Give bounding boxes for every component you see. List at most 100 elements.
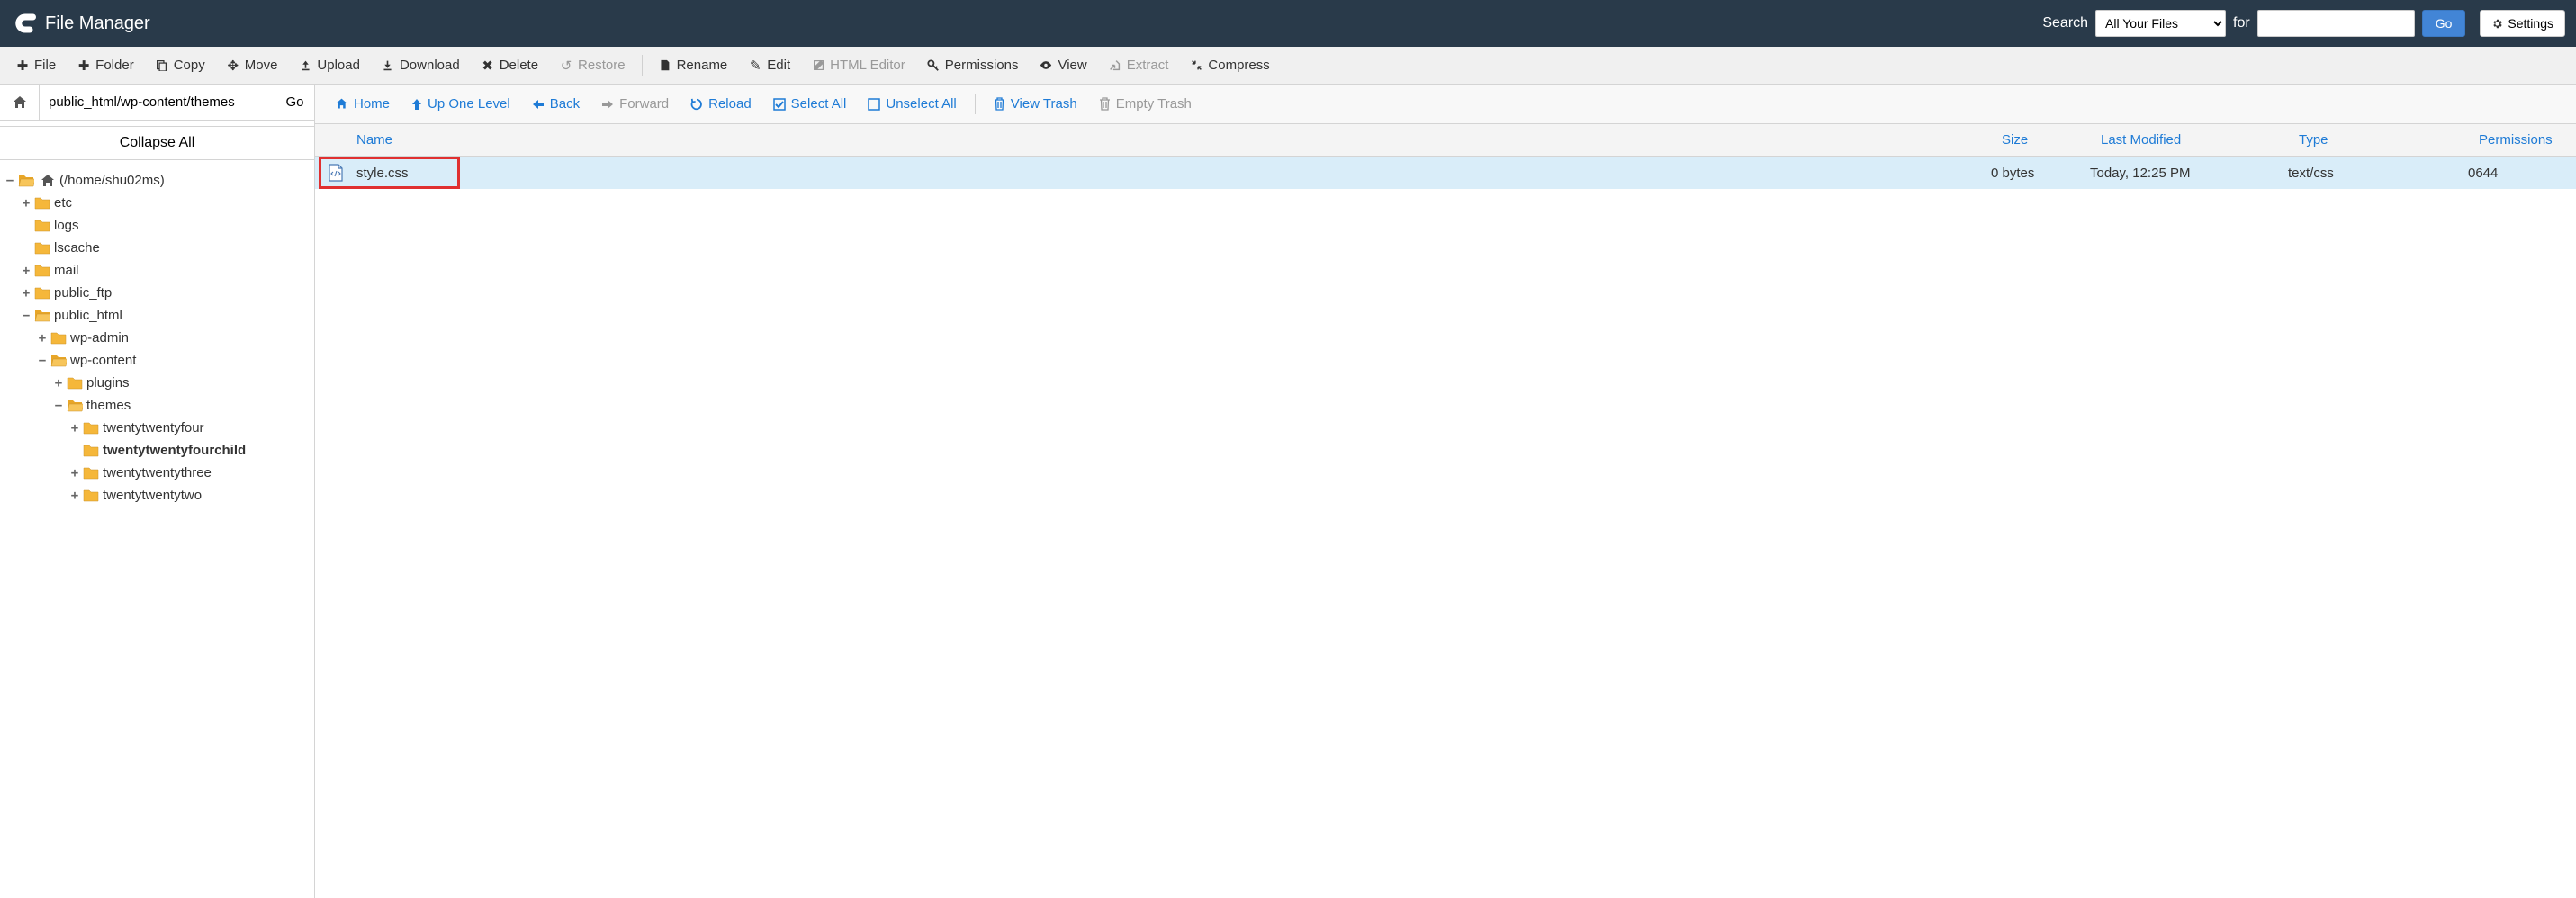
tree-item-public-html[interactable]: −public_html [4,304,311,327]
tree-item-tt4child[interactable]: +twentytwentyfourchild [4,439,311,462]
folder-icon [67,375,83,391]
pencil-icon: ✎ [749,59,761,72]
search-input[interactable] [2257,10,2415,37]
compress-icon [1190,59,1202,72]
search-go-button[interactable]: Go [2422,10,2466,37]
column-modified[interactable]: Last Modified [2090,132,2288,148]
folder-icon [83,420,99,436]
home-icon [40,173,56,189]
download-button[interactable]: Download [373,52,469,78]
nav-empty-trash-button[interactable]: Empty Trash [1090,91,1201,117]
extract-button[interactable]: Extract [1100,52,1178,78]
restore-button[interactable]: ↺Restore [551,52,635,78]
nav-select-all-button[interactable]: Select All [764,91,856,117]
folder-icon [34,240,50,256]
new-file-button[interactable]: ✚File [7,52,65,78]
rename-button[interactable]: Rename [650,52,737,78]
table-body: style.css 0 bytes Today, 12:25 PM text/c… [315,157,2576,898]
folder-icon [83,488,99,504]
collapse-icon[interactable]: − [36,354,49,368]
folder-icon [34,263,50,279]
plus-icon: ✚ [77,59,90,72]
sidebar: Go Collapse All − (/home/shu02ms) +etc +… [0,85,315,898]
copy-icon [156,59,168,72]
expand-icon[interactable]: + [68,466,81,480]
nav-unselect-all-button[interactable]: Unselect All [859,91,965,117]
delete-button[interactable]: ✖Delete [473,52,547,78]
move-button[interactable]: ✥Move [218,52,287,78]
column-type[interactable]: Type [2288,132,2468,148]
html-editor-button[interactable]: HTML Editor [803,52,914,78]
tree-item-mail[interactable]: +mail [4,259,311,282]
expand-icon[interactable]: + [52,376,65,391]
nav-up-button[interactable]: Up One Level [402,91,519,117]
edit-button[interactable]: ✎Edit [740,52,799,78]
tree-item-wp-admin[interactable]: +wp-admin [4,327,311,349]
nav-back-button[interactable]: Back [523,91,589,117]
extract-icon [1109,59,1121,72]
path-bar: Go [0,85,314,121]
file-list-panel: Home Up One Level Back Forward Reload Se… [315,85,2576,898]
folder-icon [83,443,99,459]
nav-separator [975,94,976,114]
gear-icon [2491,18,2503,30]
reload-icon [690,98,703,111]
file-modified: Today, 12:25 PM [2090,166,2288,181]
tree-item-tt3[interactable]: +twentytwentythree [4,462,311,484]
column-name[interactable]: Name [315,132,1991,148]
empty-square-icon [868,98,880,111]
app-title: File Manager [45,13,150,34]
app-logo: File Manager [11,11,150,36]
plus-icon: ✚ [16,59,29,72]
path-home-button[interactable] [0,85,40,120]
settings-button[interactable]: Settings [2480,10,2565,37]
expand-icon[interactable]: + [68,421,81,436]
trash-icon [1099,97,1111,111]
file-type: text/css [2288,166,2468,181]
collapse-icon[interactable]: − [4,174,16,188]
path-input[interactable] [40,85,275,120]
expand-icon[interactable]: + [36,331,49,346]
search-scope-select[interactable]: All Your Files [2095,10,2226,37]
upload-button[interactable]: Upload [290,52,369,78]
tree-item-wp-content[interactable]: −wp-content [4,349,311,372]
tree-item-logs[interactable]: +logs [4,214,311,237]
tree-item-public-ftp[interactable]: +public_ftp [4,282,311,304]
app-header: File Manager Search All Your Files for G… [0,0,2576,47]
expand-icon[interactable]: + [20,286,32,301]
column-size[interactable]: Size [1991,132,2090,148]
tree-root[interactable]: − (/home/shu02ms) [4,169,311,192]
expand-icon[interactable]: + [20,196,32,211]
copy-button[interactable]: Copy [147,52,214,78]
html-editor-icon [812,59,824,72]
table-row[interactable]: style.css 0 bytes Today, 12:25 PM text/c… [315,157,2576,189]
back-arrow-icon [532,99,545,110]
header-search: Search All Your Files for Go Settings [2042,10,2565,37]
delete-icon: ✖ [482,59,494,72]
compress-button[interactable]: Compress [1181,52,1278,78]
permissions-button[interactable]: Permissions [918,52,1028,78]
tree-item-tt4[interactable]: +twentytwentyfour [4,417,311,439]
tree-item-plugins[interactable]: +plugins [4,372,311,394]
expand-icon[interactable]: + [20,264,32,278]
nav-home-button[interactable]: Home [326,91,399,117]
trash-icon [994,97,1005,111]
nav-view-trash-button[interactable]: View Trash [985,91,1086,117]
tree-item-themes[interactable]: −themes [4,394,311,417]
tree-item-tt2[interactable]: +twentytwentytwo [4,484,311,507]
path-go-button[interactable]: Go [275,85,314,120]
expand-icon[interactable]: + [68,489,81,503]
new-folder-button[interactable]: ✚Folder [68,52,143,78]
nav-reload-button[interactable]: Reload [681,91,761,117]
collapse-icon[interactable]: − [20,309,32,323]
nav-forward-button[interactable]: Forward [592,91,678,117]
nav-bar: Home Up One Level Back Forward Reload Se… [315,85,2576,124]
collapse-icon[interactable]: − [52,399,65,413]
view-button[interactable]: View [1031,52,1095,78]
tree-item-lscache[interactable]: +lscache [4,237,311,259]
tree-item-etc[interactable]: +etc [4,192,311,214]
column-permissions[interactable]: Permissions [2468,132,2576,148]
check-square-icon [773,98,786,111]
collapse-all-button[interactable]: Collapse All [0,126,314,160]
toolbar-separator [642,55,643,76]
